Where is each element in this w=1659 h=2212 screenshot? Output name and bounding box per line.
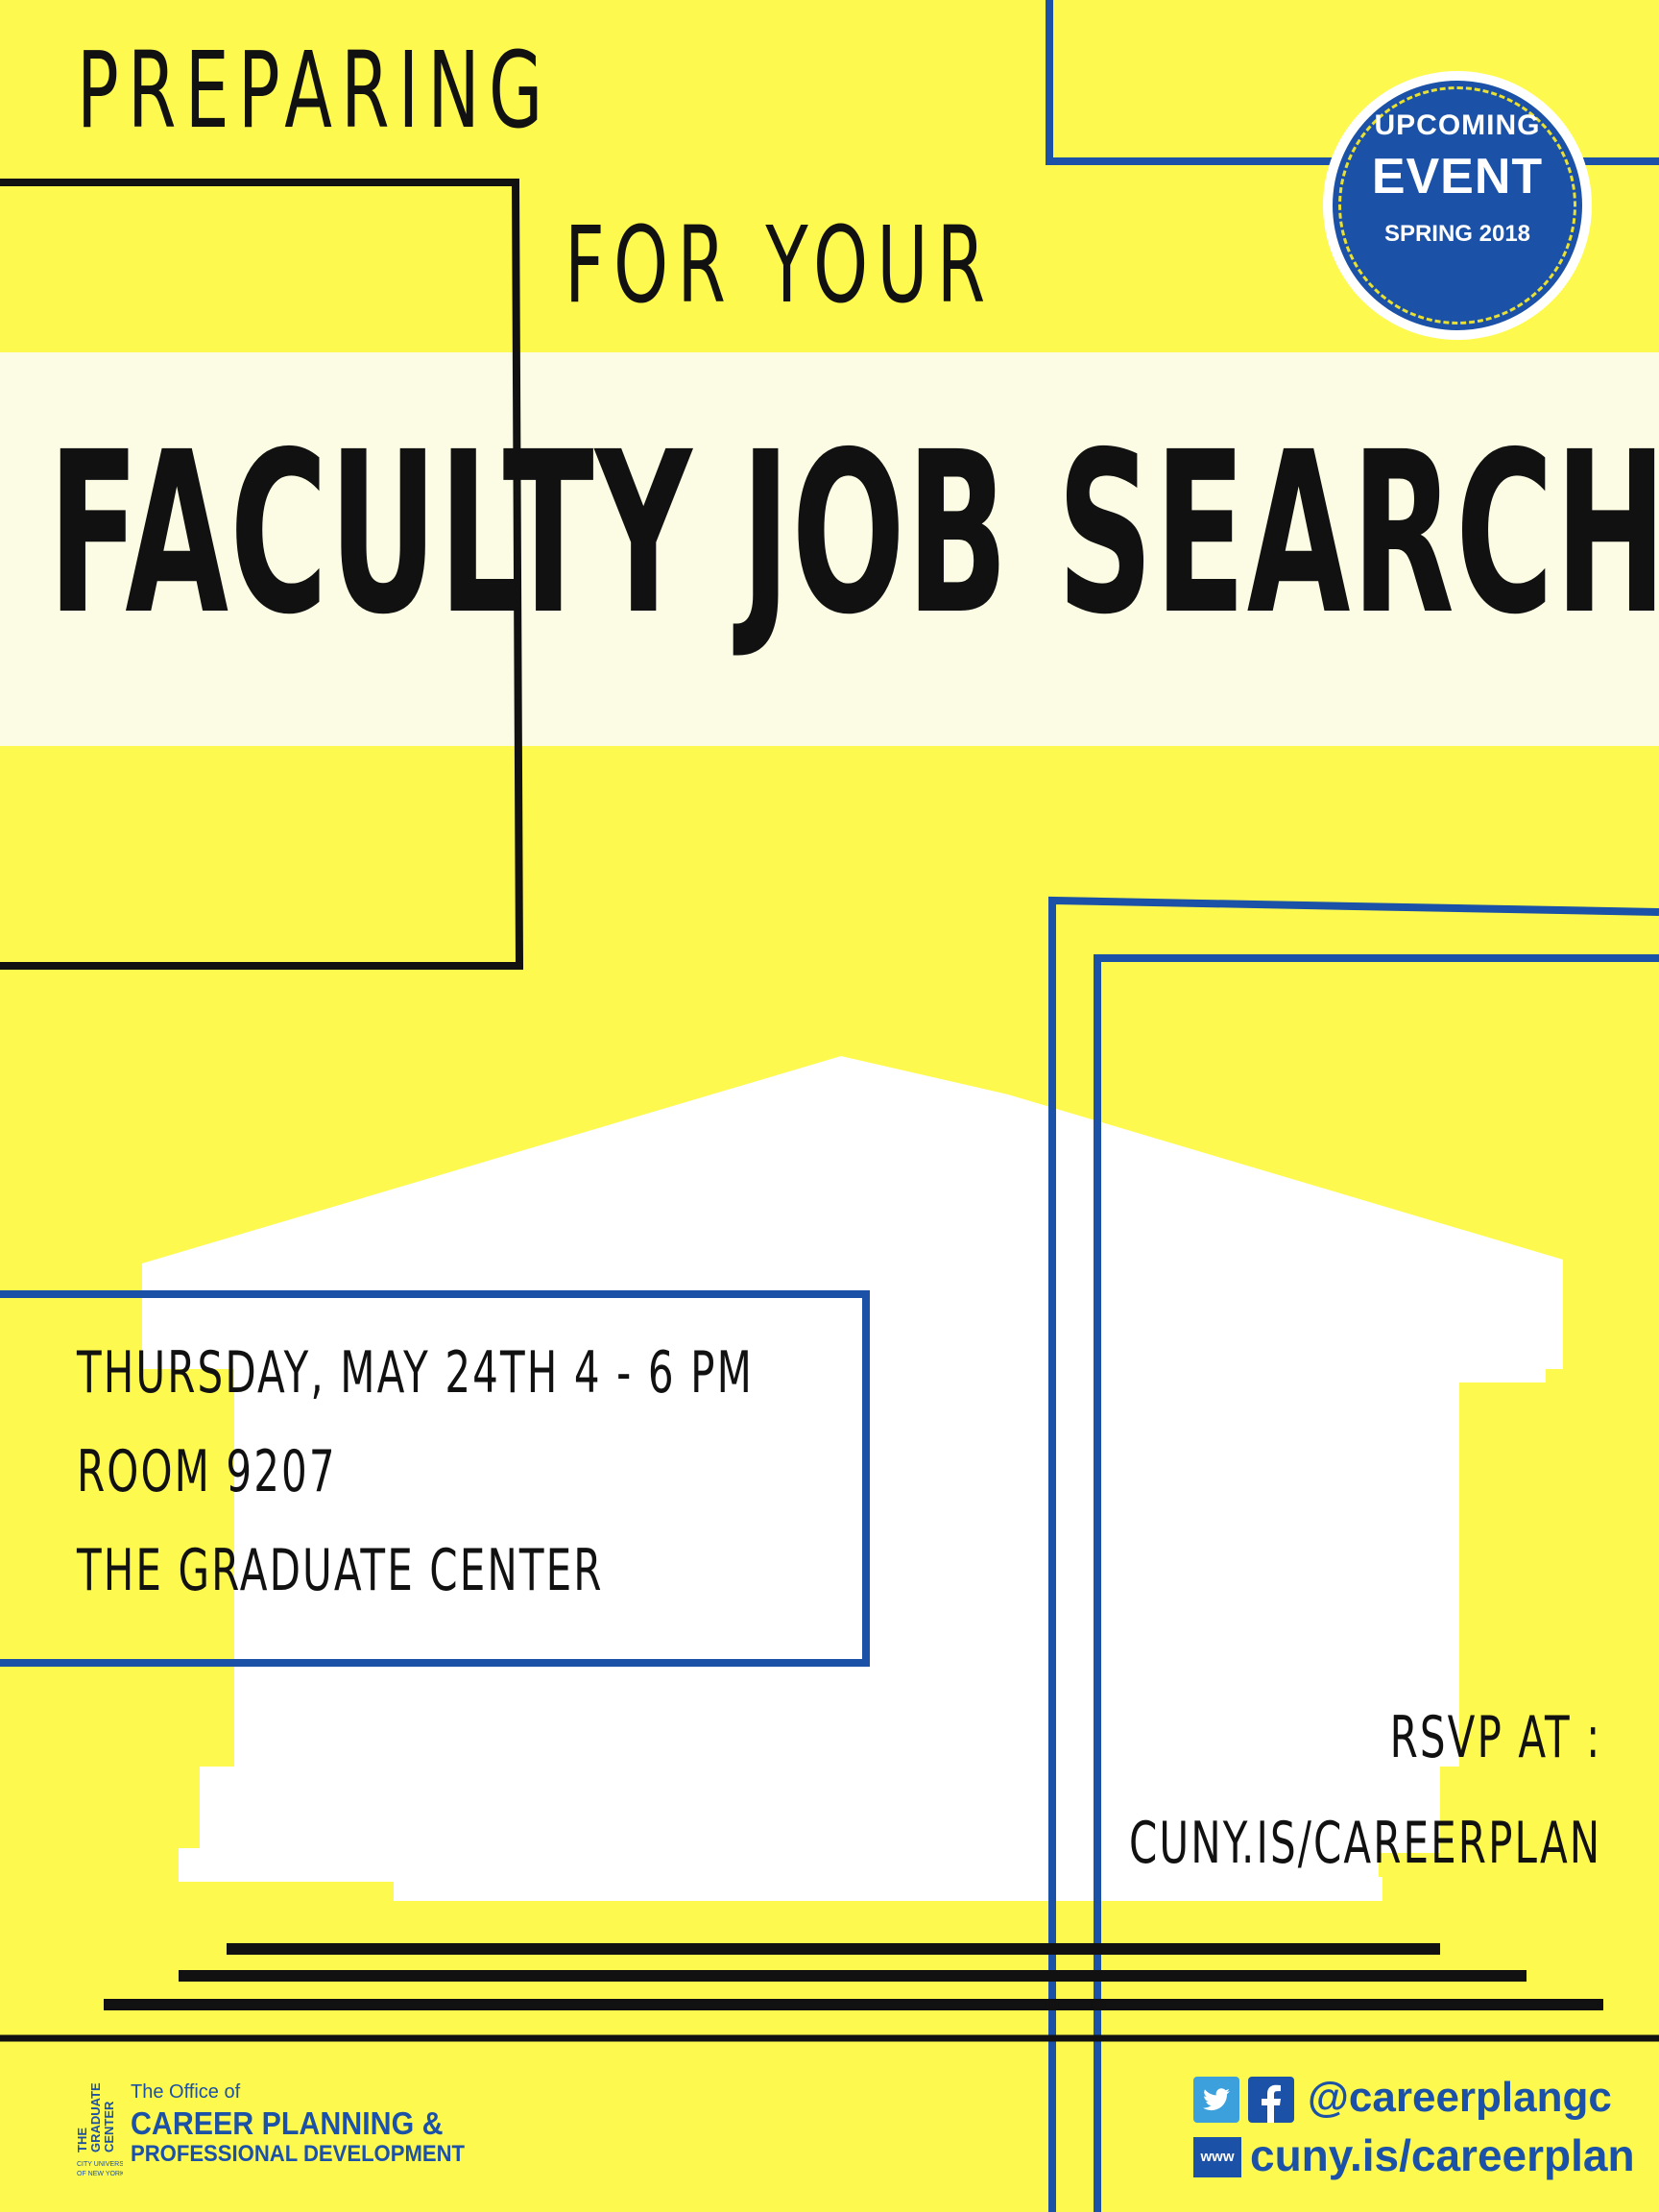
office-intro: The Office of xyxy=(131,2081,241,2103)
page-title: FACULTY JOB SEARCH xyxy=(48,404,1659,663)
svg-text:CITY UNIVERSITY: CITY UNIVERSITY xyxy=(77,2161,123,2168)
facebook-icon[interactable] xyxy=(1248,2077,1294,2123)
www-icon: www xyxy=(1193,2137,1241,2177)
headline-preparing: PREPARING xyxy=(77,29,552,152)
decorative-frames xyxy=(0,0,1659,2212)
event-room: ROOM 9207 xyxy=(77,1438,337,1505)
upcoming-event-badge: UPCOMING EVENT SPRING 2018 xyxy=(1323,71,1592,340)
svg-text:THE: THE xyxy=(75,2128,89,2152)
website-link[interactable]: cuny.is/careerplan xyxy=(1250,2129,1635,2181)
blue-frame-right-inner xyxy=(1094,954,1659,2212)
graduate-center-logo: THE GRADUATE CENTER CITY UNIVERSITY OF N… xyxy=(75,2082,123,2177)
office-name-line2: PROFESSIONAL DEVELOPMENT xyxy=(131,2141,466,2167)
svg-text:GRADUATE: GRADUATE xyxy=(88,2082,103,2152)
blue-frame-right-outer xyxy=(1048,896,1659,2212)
svg-text:CENTER: CENTER xyxy=(102,2101,116,2152)
twitter-icon[interactable] xyxy=(1193,2077,1239,2123)
badge-line-season: SPRING 2018 xyxy=(1383,221,1531,247)
svg-text:OF NEW YORK: OF NEW YORK xyxy=(77,2171,123,2177)
headline-for-your: FOR YOUR xyxy=(565,204,995,326)
office-name-line1: CAREER PLANNING & xyxy=(131,2105,444,2141)
event-venue: THE GRADUATE CENTER xyxy=(77,1537,604,1604)
social-handle[interactable]: @careerplangc xyxy=(1308,2074,1612,2122)
badge-line-upcoming: UPCOMING xyxy=(1374,109,1541,141)
event-datetime: THURSDAY, MAY 24TH 4 - 6 PM xyxy=(77,1339,754,1407)
badge-line-event: EVENT xyxy=(1371,149,1544,204)
rsvp-url[interactable]: CUNY.IS/CAREERPLAN xyxy=(1129,1810,1601,1877)
event-poster: PREPARING FOR YOUR FACULTY JOB SEARCH UP… xyxy=(0,0,1659,2212)
rsvp-label: RSVP AT : xyxy=(1389,1704,1601,1771)
